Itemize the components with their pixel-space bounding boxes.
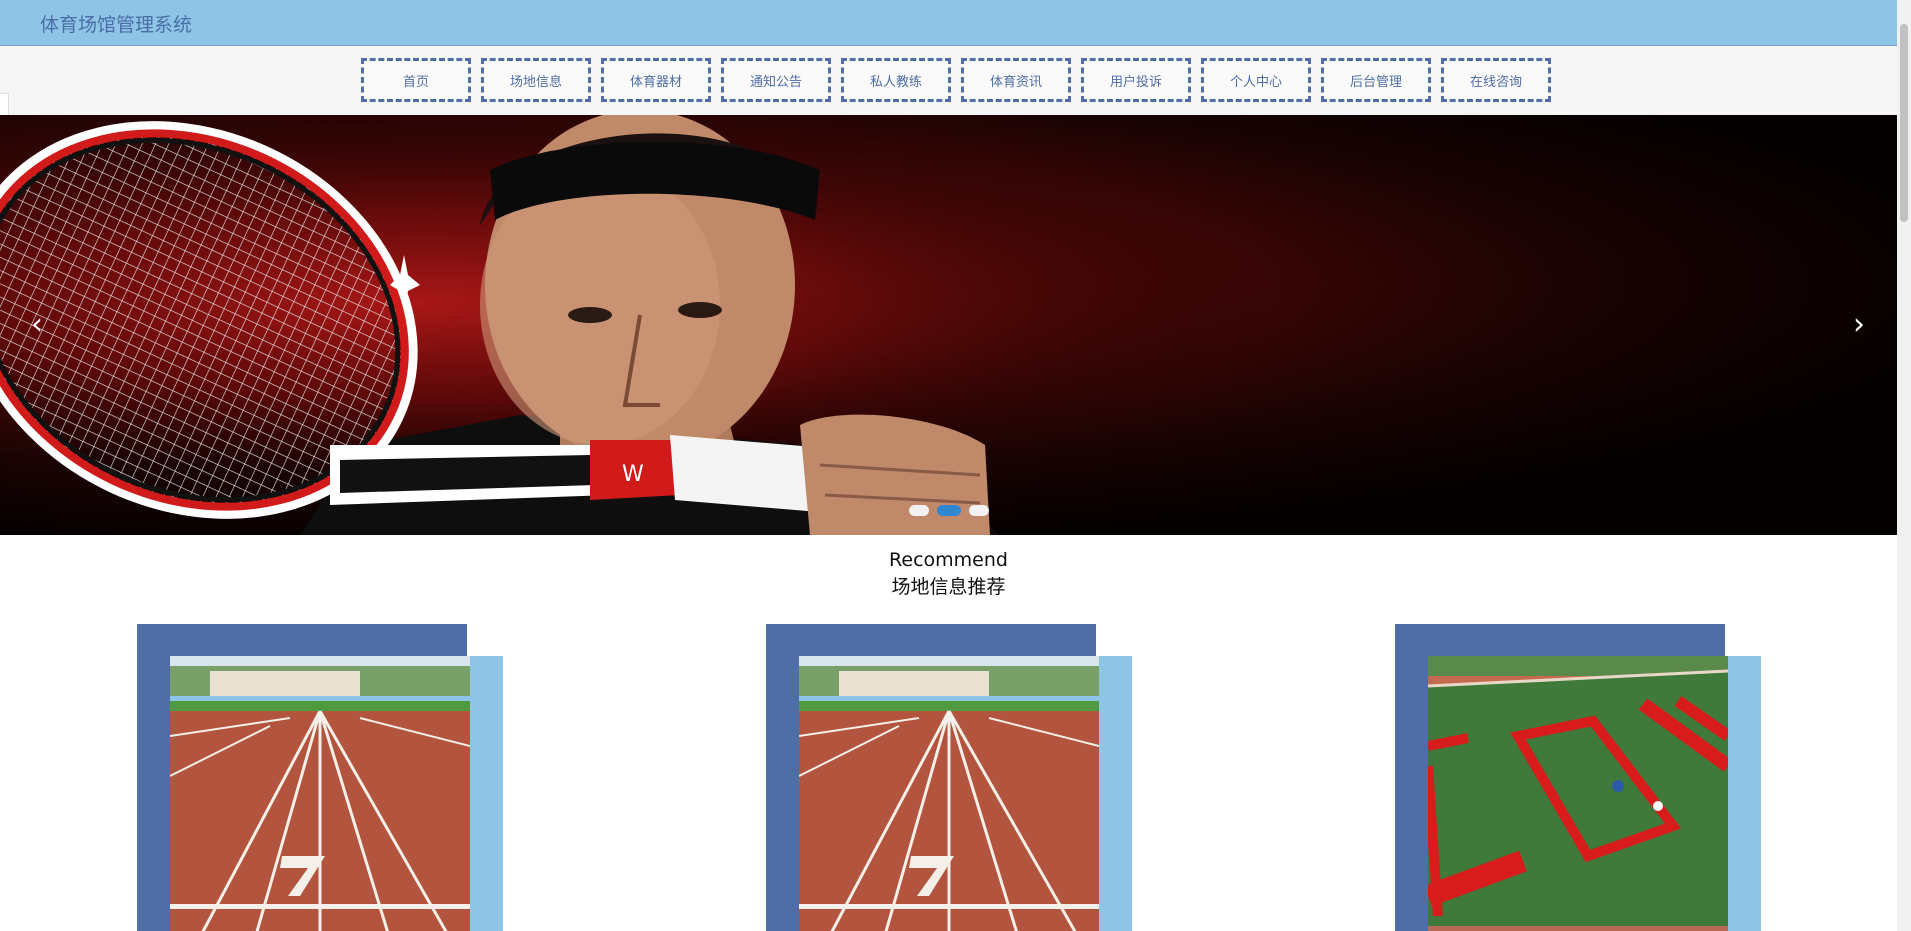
page: 体育场馆管理系统 首页 场地信息 体育器材 通知公告 私人教练 体育资讯 用户投…	[0, 0, 1911, 931]
nav-item-venue-info[interactable]: 场地信息	[481, 58, 591, 102]
nav-item-home[interactable]: 首页	[361, 58, 471, 102]
nav-item-personal-center[interactable]: 个人中心	[1201, 58, 1311, 102]
recommend-title-en: Recommend	[889, 549, 1008, 571]
carousel-dot-3[interactable]	[969, 505, 989, 516]
recommend-title-cn: 场地信息推荐	[891, 576, 1006, 598]
hero-carousel: W ‹ ›	[0, 115, 1897, 535]
nav-list: 首页 场地信息 体育器材 通知公告 私人教练 体育资讯 用户投诉 个人中心 后台…	[361, 58, 1551, 102]
venue-card[interactable]	[137, 624, 503, 931]
venue-image-sports-field[interactable]	[1428, 656, 1728, 931]
banner-image-tennis-player: W	[0, 115, 1897, 535]
carousel-prev-button[interactable]: ‹	[22, 307, 52, 343]
site-title: 体育场馆管理系统	[40, 14, 193, 36]
nav-item-sports-news[interactable]: 体育资讯	[961, 58, 1071, 102]
page-scrollbar[interactable]	[1897, 0, 1911, 931]
nav-item-announcements[interactable]: 通知公告	[721, 58, 831, 102]
chevron-right-icon: ›	[1853, 307, 1865, 342]
carousel-next-button[interactable]: ›	[1844, 307, 1874, 343]
venue-card[interactable]	[1395, 624, 1761, 931]
venue-card[interactable]	[766, 624, 1132, 931]
nav-item-online-consult[interactable]: 在线咨询	[1441, 58, 1551, 102]
carousel-dot-1[interactable]	[909, 505, 929, 516]
main-nav: 首页 场地信息 体育器材 通知公告 私人教练 体育资讯 用户投诉 个人中心 后台…	[0, 46, 1897, 115]
nav-item-admin[interactable]: 后台管理	[1321, 58, 1431, 102]
nav-item-personal-trainer[interactable]: 私人教练	[841, 58, 951, 102]
carousel-indicators	[909, 505, 989, 516]
venue-image-running-track[interactable]	[170, 656, 470, 931]
chevron-left-icon: ‹	[31, 307, 43, 342]
venue-image-running-track[interactable]	[799, 656, 1099, 931]
nav-item-equipment[interactable]: 体育器材	[601, 58, 711, 102]
recommend-heading: Recommend 场地信息推荐	[0, 547, 1897, 601]
top-header: 体育场馆管理系统	[0, 0, 1897, 46]
nav-item-complaints[interactable]: 用户投诉	[1081, 58, 1191, 102]
scrollbar-thumb[interactable]	[1900, 24, 1908, 222]
svg-text:W: W	[622, 462, 644, 487]
carousel-dot-2[interactable]	[937, 505, 961, 516]
